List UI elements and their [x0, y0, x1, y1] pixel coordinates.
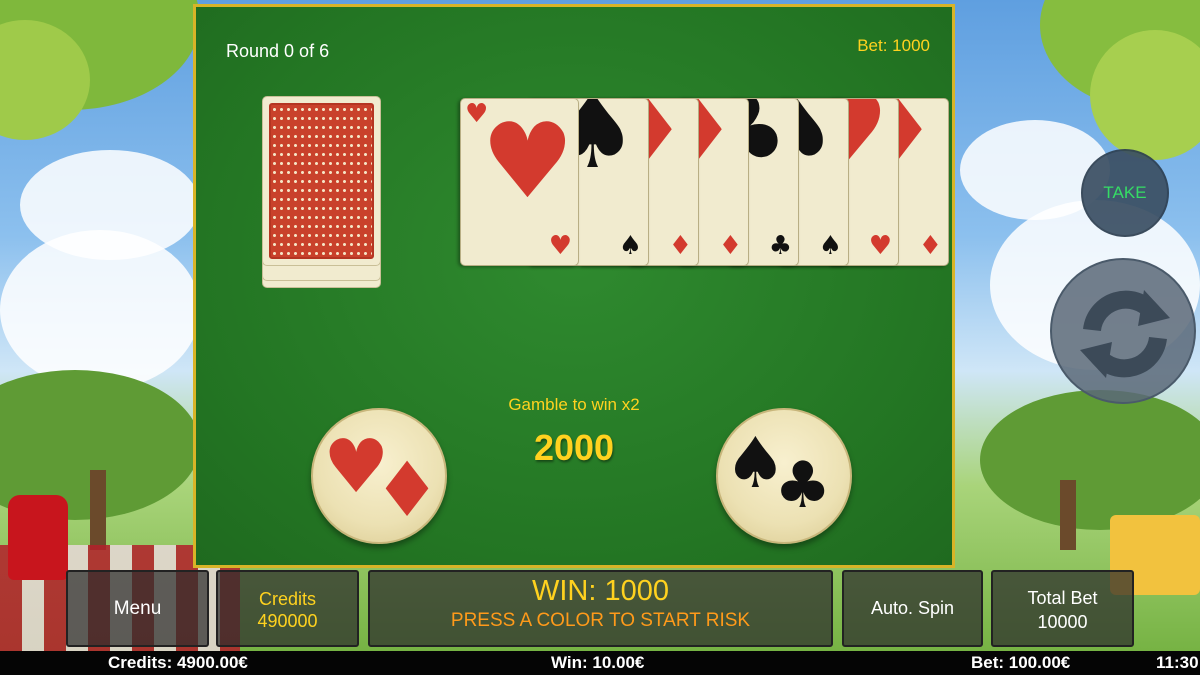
menu-button[interactable]: Menu — [66, 570, 209, 647]
club-icon: ♣ — [768, 231, 792, 261]
diamond-icon: ♦ — [918, 231, 942, 261]
credits-value: 490000 — [257, 611, 318, 631]
spade-icon: ♠ — [618, 231, 642, 261]
status-credits: Credits: 4900.00€ — [108, 653, 248, 672]
red-kettle — [8, 495, 68, 580]
diamond-icon: ♦ — [718, 231, 742, 261]
red-color-button[interactable]: ♥ ♦ — [311, 408, 447, 544]
status-bar: Credits: 4900.00€ Win: 10.00€ Bet: 100.0… — [0, 651, 1200, 675]
win-amount: WIN: 1000 — [532, 575, 669, 607]
gamble-label: Gamble to win x2 — [508, 395, 640, 414]
club-icon: ♣ — [774, 449, 832, 523]
spade-icon: ♠ — [818, 231, 842, 261]
round-counter: Round 0 of 6 — [226, 41, 330, 61]
credits-label: Credits — [258, 589, 316, 609]
total-bet-value: 10000 — [1037, 612, 1088, 632]
refresh-icon — [1080, 290, 1170, 378]
win-panel: WIN: 1000 PRESS A COLOR TO START RISK — [368, 570, 833, 647]
diamond-icon: ♦ — [373, 445, 442, 534]
history-card: ♥ ♥ ♥ — [460, 98, 579, 266]
status-bet: Bet: 100.00€ — [971, 653, 1071, 672]
status-time: 11:30 — [1156, 653, 1199, 672]
heart-icon: ♥ — [481, 100, 575, 222]
risk-message: PRESS A COLOR TO START RISK — [450, 610, 751, 631]
gamble-table: Round 0 of 6 Bet: 1000 ♦♦♥♥♠♠♣♣♦♦♦♦♠♠♥♥♥… — [193, 4, 955, 568]
spin-button[interactable] — [1050, 258, 1196, 404]
black-color-button[interactable]: ♠ ♣ — [716, 408, 852, 544]
total-bet-label: Total Bet — [1027, 588, 1098, 608]
take-button[interactable]: TAKE — [1081, 149, 1169, 237]
heart-icon: ♥ — [868, 231, 892, 261]
heart-icon: ♥ — [548, 231, 572, 261]
credits-panel: Credits 490000 — [216, 570, 359, 647]
auto-spin-button[interactable]: Auto. Spin — [842, 570, 983, 647]
card-back-pattern — [269, 103, 374, 259]
bet-label: Bet: 1000 — [857, 36, 930, 55]
status-win: Win: 10.00€ — [551, 653, 645, 672]
total-bet-button[interactable]: Total Bet 10000 — [991, 570, 1134, 647]
diamond-icon: ♦ — [668, 231, 692, 261]
heart-icon: ♥ — [465, 99, 489, 129]
